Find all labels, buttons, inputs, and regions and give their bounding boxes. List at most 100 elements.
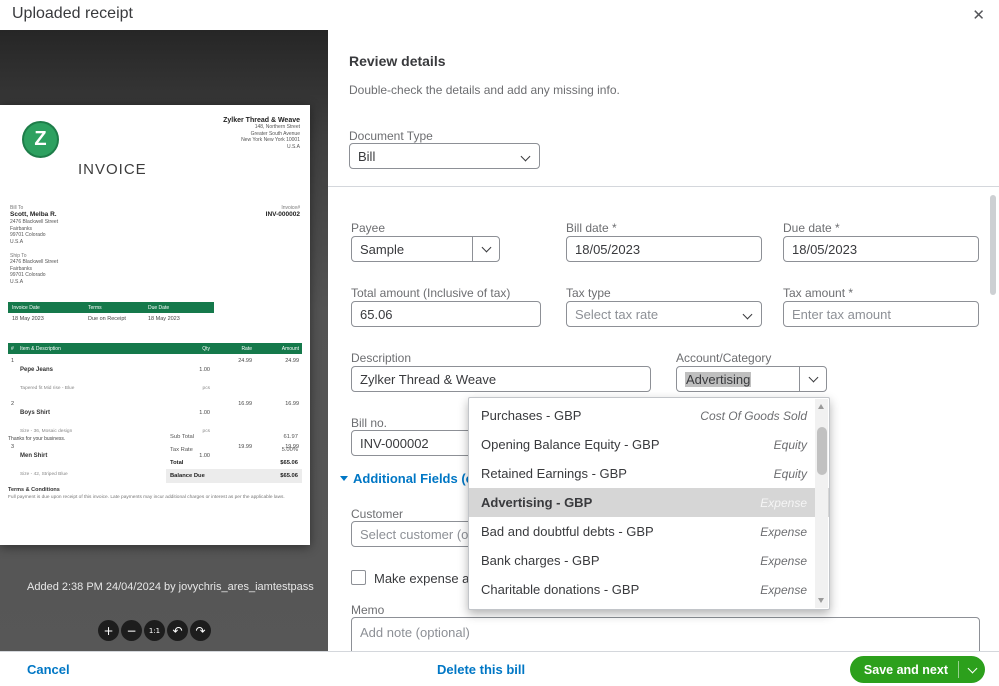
rotate-left-button[interactable]: ↶: [167, 620, 188, 641]
terms-text: Full payment is due upon receipt of this…: [8, 495, 285, 500]
bill-no-label: Bill no.: [351, 416, 388, 430]
payee-label: Payee: [351, 221, 386, 235]
items-header: Item & Description: [20, 345, 61, 352]
delete-bill-link[interactable]: Delete this bill: [437, 662, 525, 677]
added-timestamp: Added 2:38 PM 24/04/2024 by jovychris_ar…: [27, 581, 314, 593]
balance-due-row: Balance Due $65.06: [166, 469, 302, 483]
dropdown-option[interactable]: Retained Earnings - GBP Equity: [469, 459, 829, 488]
document-type-select[interactable]: Bill: [349, 143, 540, 169]
invoice-item-row: 1 Pepe Jeans Tapered fit Mid rise - Blue …: [11, 358, 299, 391]
ship-to-line: 2476 Blackwell Street: [10, 259, 59, 265]
due-date-label: Due date *: [783, 221, 840, 235]
payee-dropdown-button[interactable]: [472, 237, 499, 261]
invoice-totals: Sub Total 61.97 Tax Rate 5.00% Total $65…: [166, 430, 302, 483]
dropdown-scrollbar-thumb[interactable]: [816, 427, 827, 475]
chevron-down-icon: [481, 242, 491, 253]
chevron-down-icon: [967, 663, 977, 673]
bill-date-label: Bill date *: [566, 221, 617, 235]
invoice-terms: Terms & Conditions Full payment is due u…: [8, 487, 294, 501]
meta-value: 18 May 2023: [12, 316, 44, 322]
invoice-preview-image: Z Zylker Thread & Weave 148, Northern St…: [0, 105, 310, 545]
cancel-link[interactable]: Cancel: [27, 662, 70, 677]
chevron-down-icon: [520, 151, 531, 162]
bill-to-line: 2476 Blackwell Street: [10, 219, 59, 225]
ship-to-line: U.S.A: [10, 278, 24, 285]
payee-select[interactable]: Sample: [351, 236, 500, 262]
invoice-company-block: Zylker Thread & Weave 148, Northern Stre…: [223, 117, 300, 150]
due-date-input[interactable]: 18/05/2023: [783, 236, 979, 262]
invoice-bill-to: Bill To Scott, Melba R. 2476 Blackwell S…: [10, 205, 58, 245]
form-scrollbar-thumb[interactable]: [990, 195, 996, 295]
dropdown-scrollbar[interactable]: [815, 399, 828, 608]
save-options-dropdown-button[interactable]: [959, 663, 985, 673]
bill-to-line: U.S.A: [10, 238, 24, 245]
invoice-meta-table: Invoice Date Terms Due Date 18 May 2023 …: [8, 302, 214, 322]
account-dropdown-button[interactable]: [799, 367, 826, 391]
total-amount-label: Total amount (Inclusive of tax): [351, 286, 511, 300]
triangle-down-icon: [340, 476, 348, 481]
document-type-label: Document Type: [349, 129, 433, 143]
invoice-ship-to: Ship To 2476 Blackwell Street Fairbanks …: [10, 253, 58, 285]
actual-size-button[interactable]: 1:1: [144, 620, 165, 641]
dropdown-option-selected[interactable]: Advertising - GBP Expense: [469, 488, 829, 517]
invoice-number-block: Invoice# INV-000002: [266, 205, 300, 219]
customer-label: Customer: [351, 507, 404, 521]
close-icon[interactable]: ✕: [972, 6, 985, 24]
dropdown-option[interactable]: Bad and doubtful debts - GBP Expense: [469, 517, 829, 546]
items-header: #: [11, 345, 14, 352]
dropdown-option[interactable]: Purchases - GBP Cost Of Goods Sold: [469, 401, 829, 430]
modal-footer: Cancel Delete this bill Save and next: [0, 651, 999, 686]
tax-amount-label: Tax amount *: [783, 286, 854, 300]
total-row: Tax Rate 5.00%: [170, 446, 298, 453]
tax-type-select[interactable]: Select tax rate: [566, 301, 762, 327]
preview-zoom-controls: + − 1:1 ↶ ↷: [98, 620, 211, 641]
dropdown-option[interactable]: Bank charges - GBP Expense: [469, 546, 829, 575]
meta-value: 18 May 2023: [148, 316, 180, 322]
panel-subheading: Double-check the details and add any mis…: [349, 83, 620, 97]
meta-header: Invoice Date: [12, 304, 40, 311]
account-category-select[interactable]: Advertising: [676, 366, 827, 392]
save-and-next-button[interactable]: Save and next: [849, 656, 985, 683]
scroll-down-icon[interactable]: [818, 598, 824, 603]
dropdown-option[interactable]: Opening Balance Equity - GBP Equity: [469, 430, 829, 459]
tax-type-label: Tax type: [566, 286, 611, 300]
billable-checkbox[interactable]: [351, 570, 366, 585]
terms-label: Terms & Conditions: [8, 487, 60, 493]
invoice-thanks: Thanks for your business.: [8, 436, 66, 442]
account-category-label: Account/Category: [676, 351, 772, 365]
total-row: Total $65.06: [170, 459, 298, 466]
bill-date-input[interactable]: 18/05/2023: [566, 236, 762, 262]
company-logo: Z: [22, 121, 59, 158]
panel-heading: Review details: [349, 53, 446, 69]
logo-letter: Z: [34, 128, 47, 150]
company-address-line: U.S.A: [286, 143, 300, 150]
modal-title: Uploaded receipt: [12, 5, 133, 22]
bill-to-name: Scott, Melba R.: [10, 211, 57, 218]
modal-header: Uploaded receipt ✕: [0, 0, 999, 30]
items-header: Rate: [241, 345, 252, 352]
receipt-preview-panel: Z Zylker Thread & Weave 148, Northern St…: [0, 30, 328, 651]
items-header: Amount: [281, 345, 299, 352]
description-label: Description: [351, 351, 412, 365]
items-header: Qty: [202, 345, 210, 352]
total-row: Sub Total 61.97: [170, 433, 298, 440]
zoom-in-button[interactable]: +: [98, 620, 119, 641]
rotate-right-button[interactable]: ↷: [190, 620, 211, 641]
zoom-out-button[interactable]: −: [121, 620, 142, 641]
dropdown-option[interactable]: Charitable donations - GBP Expense: [469, 575, 829, 604]
chevron-down-icon: [742, 309, 753, 320]
invoice-company-name: Zylker Thread & Weave: [223, 117, 300, 124]
chevron-down-icon: [808, 372, 818, 383]
meta-header: Due Date: [148, 304, 170, 311]
scroll-up-icon[interactable]: [818, 404, 824, 409]
invoice-title: INVOICE: [78, 161, 147, 178]
uploaded-receipt-modal: Uploaded receipt ✕ Z Zylker Thread & Wea…: [0, 0, 999, 686]
invoice-number-value: INV-000002: [265, 211, 300, 218]
meta-value: Due on Receipt: [88, 316, 126, 322]
total-amount-input[interactable]: 65.06: [351, 301, 541, 327]
section-divider: [328, 186, 999, 187]
description-input[interactable]: Zylker Thread & Weave: [351, 366, 651, 392]
memo-label: Memo: [351, 603, 385, 617]
tax-amount-input[interactable]: Enter tax amount: [783, 301, 979, 327]
meta-header: Terms: [88, 304, 102, 311]
